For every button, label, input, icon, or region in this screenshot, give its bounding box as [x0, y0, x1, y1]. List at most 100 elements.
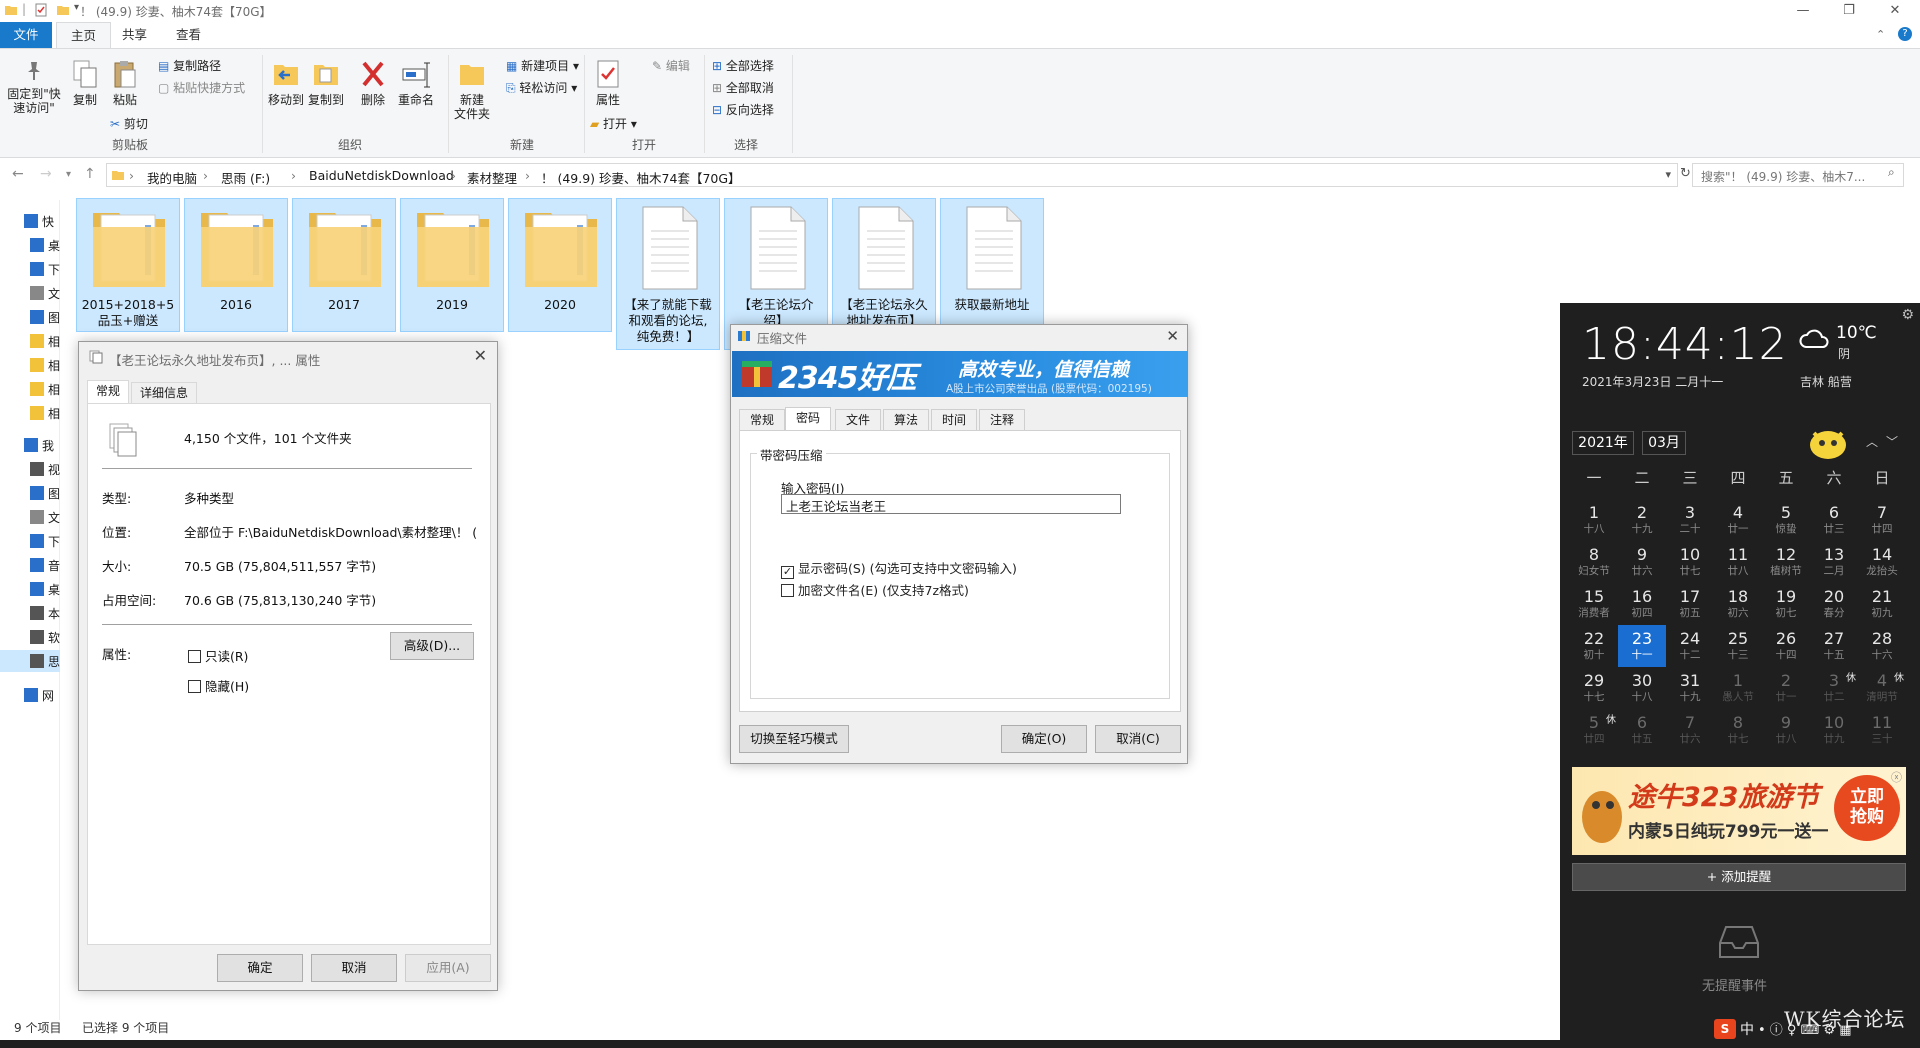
calendar-day[interactable]: 26 十四 [1762, 625, 1810, 667]
ad-banner[interactable]: 途牛323旅游节 内蒙5日纯玩799元一送一 立即 抢购 ⓧ [1572, 767, 1906, 855]
sidebar-item[interactable]: 本 [30, 602, 60, 624]
calendar-day[interactable]: 19 初七 [1762, 583, 1810, 625]
password-input[interactable]: 上老王论坛当老王 [781, 494, 1121, 514]
apply-button[interactable]: 应用(A) [405, 954, 491, 982]
sidebar-item[interactable]: 网 [24, 684, 54, 706]
search-input[interactable]: 搜索"！ (49.9) 珍妻、柚木7... [1692, 163, 1904, 187]
encrypt-filenames-checkbox[interactable]: 加密文件名(E) (仅支持7z格式) [781, 580, 969, 599]
sidebar-item[interactable]: 图 [30, 482, 60, 504]
sidebar-item[interactable]: 桌 [30, 234, 60, 256]
calendar-day[interactable]: 3 二十 [1666, 499, 1714, 541]
tab-algorithm[interactable]: 算法 [883, 409, 930, 431]
calendar-day[interactable]: 18 初六 [1714, 583, 1762, 625]
search-icon[interactable]: ⌕ [1888, 165, 1895, 180]
sidebar-item[interactable]: 下 [30, 530, 60, 552]
tab-password[interactable]: 密码 [785, 407, 832, 431]
sidebar-item[interactable]: 思 [0, 650, 60, 672]
paste-shortcut-button[interactable]: ▢ 粘贴快捷方式 [158, 79, 245, 96]
address-dropdown-icon[interactable]: ▾ [1665, 168, 1671, 181]
copy-path-button[interactable]: ▤ 复制路径 [158, 57, 221, 74]
sidebar-item[interactable]: 下 [30, 258, 60, 280]
switch-mode-button[interactable]: 切换至轻巧模式 [739, 725, 849, 753]
cancel-button[interactable]: 取消(C) [1095, 725, 1181, 753]
breadcrumb-item[interactable]: 思雨 (F:) [221, 168, 270, 187]
next-month-icon[interactable]: ﹀ [1886, 433, 1898, 450]
file-item[interactable]: 【来了就能下载 和观看的论坛, 纯免费！】 [616, 198, 720, 350]
cut-button[interactable]: ✂ 剪切 [110, 115, 148, 132]
folder-item[interactable]: 2016 [184, 198, 288, 332]
tab-general[interactable]: 常规 [739, 409, 786, 431]
calendar-day[interactable]: 11 三十 [1858, 709, 1906, 751]
address-bar[interactable]: › 我的电脑 › 思雨 (F:) › BaiduNetdiskDownload … [106, 163, 1678, 187]
sidebar-item[interactable]: 音 [30, 554, 60, 576]
close-icon[interactable]: ✕ [1166, 327, 1179, 345]
select-none-button[interactable]: ⊞ 全部取消 [712, 79, 774, 96]
maximize-button[interactable]: ❐ [1826, 0, 1872, 22]
show-password-checkbox[interactable]: ✓ 显示密码(S) (勾选可支持中文密码输入) [781, 558, 1017, 579]
calendar-day[interactable]: 5 廿四休 [1570, 709, 1618, 751]
sidebar-item[interactable]: 视 [30, 458, 60, 480]
paste-button[interactable]: 粘贴 [108, 59, 142, 107]
delete-button[interactable]: 删除 [356, 59, 390, 107]
calendar-day[interactable]: 21 初九 [1858, 583, 1906, 625]
calendar-day[interactable]: 7 廿四 [1858, 499, 1906, 541]
calendar-day[interactable]: 12 植树节 [1762, 541, 1810, 583]
refresh-icon[interactable]: ↻ [1680, 166, 1691, 181]
new-folder-quick-icon[interactable] [56, 3, 70, 17]
sidebar-item[interactable]: 文 [30, 506, 60, 528]
open-button[interactable]: ▰ 打开 ▾ [590, 115, 637, 132]
calendar-day[interactable]: 27 十五 [1810, 625, 1858, 667]
copy-to-button[interactable]: 复制到 [306, 59, 346, 107]
advanced-button[interactable]: 高级(D)... [390, 632, 474, 660]
tab-home[interactable]: 主页 [56, 22, 112, 48]
calendar-day[interactable]: 10 廿九 [1810, 709, 1858, 751]
calendar-day[interactable]: 1 愚人节 [1714, 667, 1762, 709]
calendar-day[interactable]: 9 廿八 [1762, 709, 1810, 751]
breadcrumb-item[interactable]: BaiduNetdiskDownload [309, 168, 454, 183]
calendar-day[interactable]: 7 廿六 [1666, 709, 1714, 751]
calendar-day[interactable]: 30 十八 [1618, 667, 1666, 709]
collapse-ribbon-icon[interactable]: ⌃ [1876, 28, 1885, 41]
breadcrumb-item[interactable]: ！ (49.9) 珍妻、柚木74套【70G】 [541, 168, 741, 187]
calendar-day[interactable]: 25 十三 [1714, 625, 1762, 667]
folder-item[interactable]: 2015+2018+5 品玉+赠送 [76, 198, 180, 332]
sidebar-item[interactable]: 图 [30, 306, 60, 328]
close-icon[interactable]: ⓧ [1891, 769, 1902, 785]
ime-mode[interactable]: 中 [1740, 1019, 1754, 1039]
prev-month-icon[interactable]: ︿ [1866, 433, 1878, 450]
calendar-day[interactable]: 4 廿一 [1714, 499, 1762, 541]
calendar-day[interactable]: 13 二月 [1810, 541, 1858, 583]
calendar-day[interactable]: 29 十七 [1570, 667, 1618, 709]
calendar-day[interactable]: 6 廿三 [1810, 499, 1858, 541]
calendar-day[interactable]: 1 十八 [1570, 499, 1618, 541]
year-selector[interactable]: 2021年 [1572, 431, 1634, 455]
recent-dropdown-icon[interactable]: ▾ [66, 169, 71, 180]
calendar-day[interactable]: 2 十九 [1618, 499, 1666, 541]
calendar-day[interactable]: 17 初五 [1666, 583, 1714, 625]
month-selector[interactable]: 03月 [1642, 431, 1686, 455]
quick-access-dropdown-icon[interactable]: ▾ [74, 2, 79, 13]
invert-selection-button[interactable]: ⊟ 反向选择 [712, 101, 774, 118]
edit-button[interactable]: ✎ 编辑 [652, 57, 690, 74]
folder-item[interactable]: 2019 [400, 198, 504, 332]
tab-time[interactable]: 时间 [931, 409, 978, 431]
breadcrumb-item[interactable]: 我的电脑 [147, 168, 197, 187]
tab-view[interactable]: 查看 [162, 22, 215, 48]
ok-button[interactable]: 确定 [217, 954, 303, 982]
calendar-day[interactable]: 24 十二 [1666, 625, 1714, 667]
tab-share[interactable]: 共享 [108, 22, 161, 48]
tab-files[interactable]: 文件 [835, 409, 882, 431]
calendar-day[interactable]: 6 廿五 [1618, 709, 1666, 751]
calendar-day[interactable]: 15 消费者 [1570, 583, 1618, 625]
select-all-button[interactable]: ⊞ 全部选择 [712, 57, 774, 74]
calendar-day[interactable]: 9 廿六 [1618, 541, 1666, 583]
calendar-day[interactable]: 11 廿八 [1714, 541, 1762, 583]
sidebar-item[interactable]: 桌 [30, 578, 60, 600]
easy-access-button[interactable]: ⎘ 轻松访问 ▾ [506, 79, 577, 96]
sidebar-item[interactable]: 文 [30, 282, 60, 304]
sidebar-item[interactable]: 相 [30, 402, 60, 424]
calendar-day[interactable]: 20 春分 [1810, 583, 1858, 625]
tab-general[interactable]: 常规 [87, 380, 130, 404]
ok-button[interactable]: 确定(O) [1001, 725, 1087, 753]
sidebar-item[interactable]: 我 [24, 434, 54, 456]
